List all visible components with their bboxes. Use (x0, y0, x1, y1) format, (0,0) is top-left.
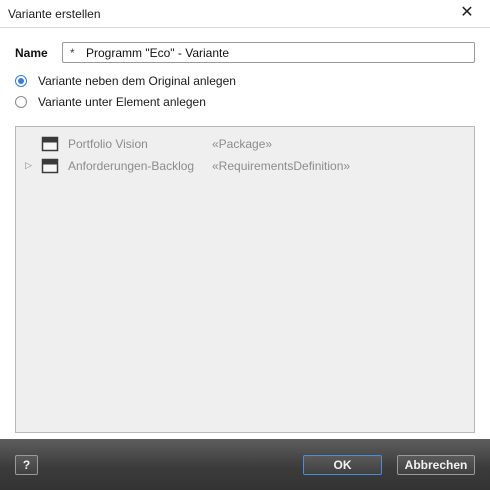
close-icon[interactable]: ✕ (458, 4, 476, 22)
element-tree[interactable]: Portfolio Vision «Package» ▷ Anforderung… (15, 126, 475, 433)
name-row: Name * (15, 42, 475, 64)
option-under-element-label: Variante unter Element anlegen (38, 95, 206, 109)
radio-under-element[interactable] (15, 96, 27, 108)
expand-arrow-icon[interactable]: ▷ (25, 160, 32, 171)
help-button[interactable]: ? (15, 455, 38, 475)
tree-item-name: Anforderungen-Backlog (68, 159, 195, 173)
option-under-element[interactable]: Variante unter Element anlegen (15, 94, 206, 110)
tree-item-anforderungen-backlog[interactable]: ▷ Anforderungen-Backlog «RequirementsDef… (16, 156, 474, 176)
tree-item-stereotype: «Package» (212, 137, 273, 151)
title-bar: Variante erstellen ✕ (0, 0, 490, 28)
ok-button[interactable]: OK (303, 455, 382, 475)
dialog-footer: ? OK Abbrechen (0, 439, 490, 490)
tree-item-stereotype: «RequirementsDefinition» (212, 159, 351, 173)
asterisk-icon: * (70, 46, 75, 60)
name-label: Name (15, 46, 48, 60)
radio-beside-original[interactable] (15, 75, 27, 87)
package-icon (41, 136, 59, 152)
name-field[interactable]: * (62, 42, 475, 63)
cancel-button[interactable]: Abbrechen (397, 455, 475, 475)
option-beside-original-label: Variante neben dem Original anlegen (38, 74, 236, 88)
window-title: Variante erstellen (8, 7, 101, 21)
tree-item-name: Portfolio Vision (68, 137, 148, 151)
tree-item-portfolio-vision[interactable]: Portfolio Vision «Package» (16, 134, 474, 154)
package-icon (41, 158, 59, 174)
name-input[interactable] (86, 44, 466, 61)
option-beside-original[interactable]: Variante neben dem Original anlegen (15, 73, 236, 89)
